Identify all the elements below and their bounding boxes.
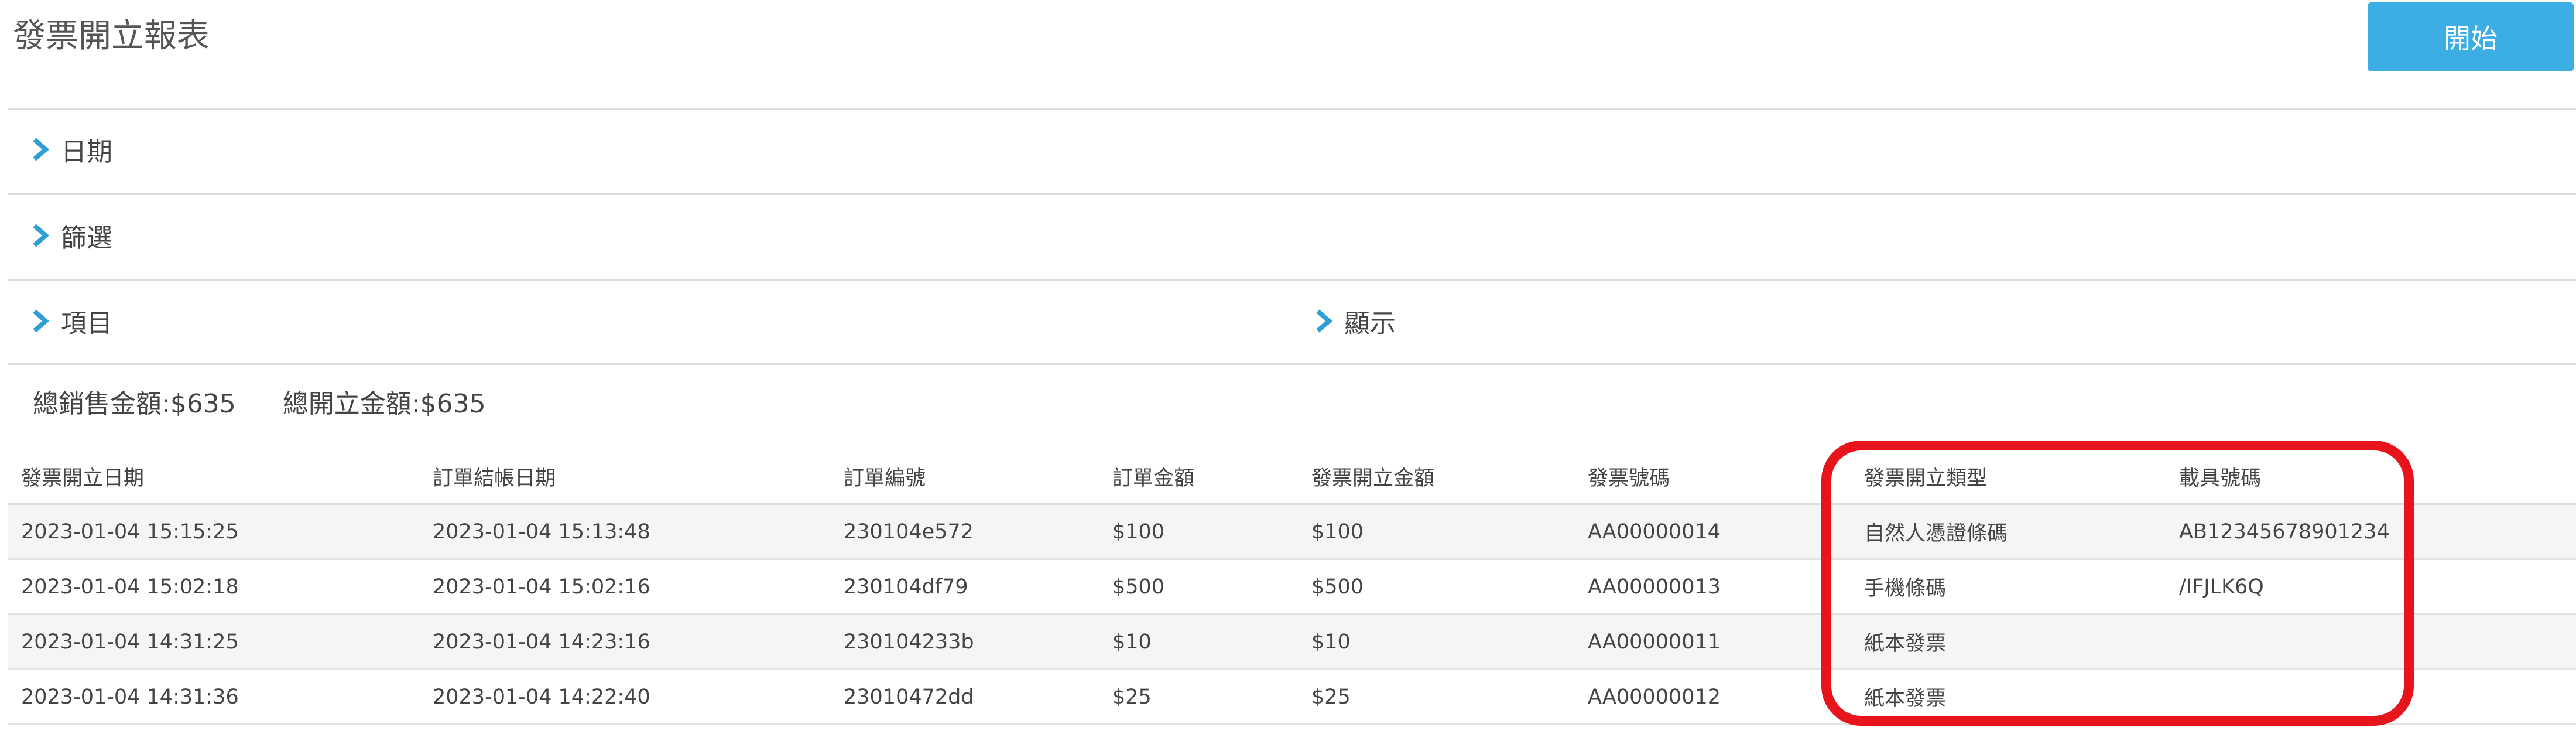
column-header-issue-date: 發票開立日期 [8,449,420,505]
cell-issued-amount: $25 [1299,669,1575,725]
column-header-issued-amount: 發票開立金額 [1299,449,1575,505]
cell-invoice-type: 手機條碼 [1851,559,2166,615]
section-display-label: 顯示 [1344,309,1396,339]
chevron-right-icon [1316,309,1335,333]
cell-issued-amount: $500 [1299,559,1575,615]
cell-issue-date: 2023-01-04 15:15:25 [8,504,420,560]
chevron-right-icon [33,138,52,161]
table-row: 2023-01-04 15:15:25 2023-01-04 15:13:48 … [8,504,2576,560]
section-date-toggle[interactable]: 日期 [33,126,112,173]
divider [8,363,2576,365]
cell-order-number: 230104df79 [831,559,1099,615]
section-items-toggle[interactable]: 項目 [33,298,112,344]
cell-order-number: 23010472dd [831,669,1099,725]
cell-invoice-number: AA00000013 [1575,559,1851,615]
cell-invoice-number: AA00000012 [1575,669,1851,725]
cell-checkout-date: 2023-01-04 15:13:48 [420,504,831,560]
cell-invoice-type: 紙本發票 [1851,669,2166,725]
cell-order-number: 230104e572 [831,504,1099,560]
cell-issued-amount: $100 [1299,504,1575,560]
cell-issue-date: 2023-01-04 15:02:18 [8,559,420,615]
column-header-checkout-date: 訂單結帳日期 [420,449,831,505]
column-header-invoice-number: 發票號碼 [1575,449,1851,505]
cell-checkout-date: 2023-01-04 14:23:16 [420,614,831,670]
cell-order-amount: $100 [1099,504,1299,560]
section-items-label: 項目 [61,309,112,339]
chevron-right-icon [33,224,52,247]
cell-invoice-type: 紙本發票 [1851,614,2166,670]
column-header-order-amount: 訂單金額 [1099,449,1299,505]
totals-summary: 總銷售金額:$635 總開立金額:$635 [33,381,533,422]
cell-carrier-number: /IFJLK6Q [2166,559,2576,615]
total-sales-amount: 總銷售金額:$635 [33,389,236,419]
table-row: 2023-01-04 14:31:36 2023-01-04 14:22:40 … [8,669,2576,725]
cell-order-amount: $10 [1099,614,1299,670]
total-issued-amount: 總開立金額:$635 [282,389,486,419]
page-title: 發票開立報表 [13,17,210,55]
section-date-label: 日期 [61,137,112,167]
divider [8,279,2576,281]
table-header-row: 發票開立日期 訂單結帳日期 訂單編號 訂單金額 發票開立金額 發票號碼 發票開立… [8,449,2576,505]
table-row: 2023-01-04 14:31:25 2023-01-04 14:23:16 … [8,614,2576,670]
cell-carrier-number: AB12345678901234 [2166,504,2576,560]
section-filter-label: 篩選 [61,223,112,253]
start-button[interactable]: 開始 [2368,2,2574,71]
table-row: 2023-01-04 15:02:18 2023-01-04 15:02:16 … [8,559,2576,615]
invoice-report-table: 發票開立日期 訂單結帳日期 訂單編號 訂單金額 發票開立金額 發票號碼 發票開立… [8,449,2576,725]
cell-order-amount: $500 [1099,559,1299,615]
chevron-right-icon [33,309,52,333]
cell-issue-date: 2023-01-04 14:31:36 [8,669,420,725]
column-header-order-number: 訂單編號 [831,449,1099,505]
column-header-carrier-number: 載具號碼 [2166,449,2576,505]
cell-checkout-date: 2023-01-04 14:22:40 [420,669,831,725]
divider [8,193,2576,195]
cell-carrier-number [2166,669,2576,725]
cell-invoice-number: AA00000011 [1575,614,1851,670]
section-display-toggle[interactable]: 顯示 [1316,298,1396,344]
cell-carrier-number [2166,614,2576,670]
column-header-invoice-type: 發票開立類型 [1851,449,2166,505]
cell-order-amount: $25 [1099,669,1299,725]
section-filter-toggle[interactable]: 篩選 [33,212,112,259]
cell-issued-amount: $10 [1299,614,1575,670]
cell-issue-date: 2023-01-04 14:31:25 [8,614,420,670]
cell-invoice-type: 自然人憑證條碼 [1851,504,2166,560]
cell-order-number: 230104233b [831,614,1099,670]
divider [8,108,2576,110]
cell-invoice-number: AA00000014 [1575,504,1851,560]
cell-checkout-date: 2023-01-04 15:02:16 [420,559,831,615]
